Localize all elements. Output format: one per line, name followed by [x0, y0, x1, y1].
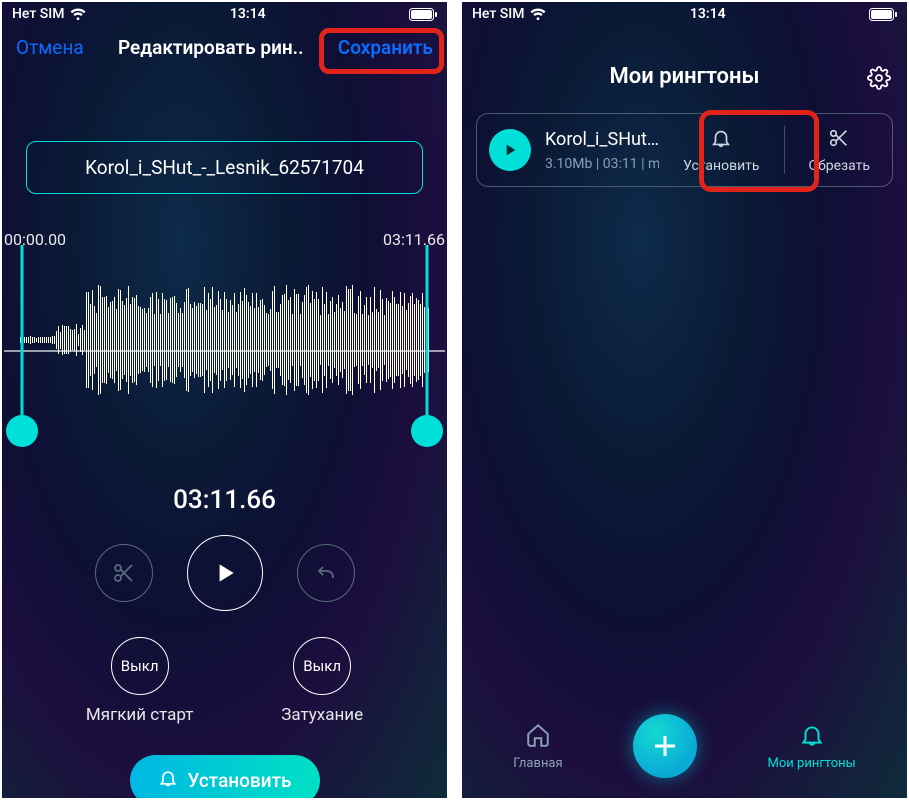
- tab-bar: Главная Мои рингтоны: [462, 702, 907, 798]
- set-label: Установить: [683, 158, 759, 174]
- trim-handle-right[interactable]: [411, 415, 443, 447]
- library-title: Мои рингтоны: [610, 64, 760, 89]
- soft-start-toggle[interactable]: Выкл: [111, 637, 169, 695]
- clip-duration: 03:11.66: [2, 485, 447, 515]
- start-time: 00:00.00: [4, 230, 66, 249]
- wifi-icon: [530, 8, 546, 20]
- ringtone-title: Korol_i_SHut_-_Lesni...: [545, 129, 659, 150]
- status-bar: Нет SIM 13:14: [2, 2, 447, 26]
- trim-handle-left[interactable]: [6, 415, 38, 447]
- editor-screen: Нет SIM 13:14 Отмена Редактировать рин..…: [2, 2, 447, 798]
- cancel-button[interactable]: Отмена: [16, 36, 84, 59]
- screen-title: Редактировать рин..: [118, 36, 304, 59]
- add-button[interactable]: [633, 714, 697, 778]
- settings-button[interactable]: [867, 66, 891, 96]
- clock: 13:14: [230, 6, 266, 22]
- tab-ringtones-label: Мои рингтоны: [768, 756, 856, 771]
- bell-icon: [799, 722, 825, 752]
- clock: 13:14: [690, 6, 726, 22]
- trim-action[interactable]: Обрезать: [799, 127, 881, 174]
- tab-home-label: Главная: [513, 756, 562, 771]
- scissors-icon: [828, 127, 850, 153]
- trim-label: Обрезать: [809, 158, 871, 174]
- ringtone-meta: 3.10Mb | 03:11 | m4...: [545, 156, 659, 172]
- battery-icon: [409, 8, 437, 21]
- time-labels: 00:00.00 03:11.66: [2, 194, 447, 255]
- play-button[interactable]: [187, 535, 263, 611]
- status-bar: Нет SIM 13:14: [462, 2, 907, 26]
- bell-icon: [710, 127, 732, 153]
- divider: [784, 126, 785, 174]
- playback-controls: [2, 535, 447, 611]
- carrier-text: Нет SIM: [12, 6, 64, 22]
- waveform[interactable]: [4, 255, 445, 445]
- fade-out-toggle[interactable]: Выкл: [293, 637, 351, 695]
- library-header: Мои рингтоны: [462, 26, 907, 107]
- filename-field[interactable]: Korol_i_SHut_-_Lesnik_62571704: [26, 141, 423, 194]
- fade-toggles: Выкл Мягкий старт Выкл Затухание: [42, 637, 407, 725]
- carrier-text: Нет SIM: [472, 6, 524, 22]
- fade-out-label: Затухание: [281, 705, 363, 725]
- editor-header: Отмена Редактировать рин.. Сохранить: [2, 26, 447, 71]
- end-time: 03:11.66: [383, 230, 445, 249]
- set-action[interactable]: Установить: [673, 127, 769, 174]
- tab-ringtones[interactable]: Мои рингтоны: [768, 722, 856, 771]
- soft-start-label: Мягкий старт: [86, 705, 194, 725]
- tab-home[interactable]: Главная: [513, 722, 562, 771]
- save-button[interactable]: Сохранить: [338, 36, 433, 59]
- set-ringtone-button[interactable]: Установить: [130, 755, 320, 798]
- library-screen: Нет SIM 13:14 Мои рингтоны Korol_i_SHut_…: [462, 2, 907, 798]
- ringtone-card: Korol_i_SHut_-_Lesni... 3.10Mb | 03:11 |…: [476, 113, 893, 187]
- cut-button[interactable]: [95, 544, 153, 602]
- set-ringtone-label: Установить: [188, 769, 292, 792]
- wifi-icon: [70, 8, 86, 20]
- play-button[interactable]: [489, 129, 531, 171]
- home-icon: [525, 722, 551, 752]
- bell-icon: [158, 768, 178, 793]
- battery-icon: [869, 8, 897, 21]
- undo-button[interactable]: [297, 544, 355, 602]
